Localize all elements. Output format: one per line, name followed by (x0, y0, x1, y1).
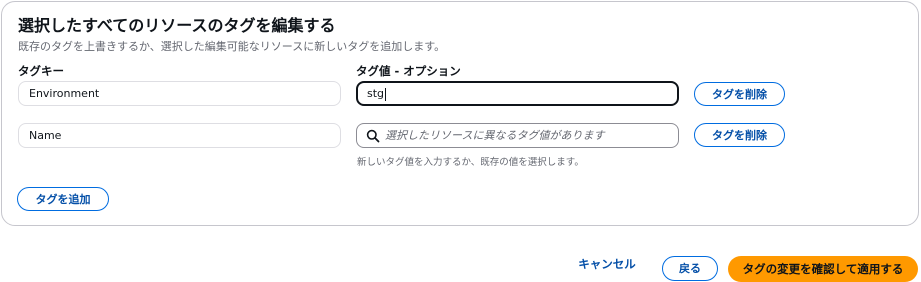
tag-key-column-label: タグキー (18, 64, 64, 78)
tag-value-column-label: タグ値 - オプション (356, 64, 461, 78)
tag-key-value: Environment (29, 87, 100, 100)
tag-value-hint: 新しいタグ値を入力するか、既存の値を選択します。 (357, 157, 584, 168)
remove-tag-button-name[interactable]: タグを削除 (694, 123, 785, 147)
tag-value-placeholder: 選択したリソースに異なるタグ値があります (385, 129, 605, 142)
add-tag-button[interactable]: タグを追加 (17, 187, 109, 211)
search-icon (366, 129, 380, 143)
remove-tag-button-environment[interactable]: タグを削除 (694, 82, 785, 106)
tag-value-text: stg (367, 87, 385, 100)
tag-value-input-environment[interactable]: stg (356, 81, 679, 106)
tag-key-input-name[interactable]: Name (18, 123, 341, 148)
confirm-apply-tags-button[interactable]: タグの変更を確認して適用する (728, 256, 918, 282)
tag-value-input-name[interactable]: 選択したリソースに異なるタグ値があります (356, 123, 679, 148)
panel-title: 選択したすべてのリソースのタグを編集する (18, 16, 336, 35)
edit-tags-panel: 選択したすべてのリソースのタグを編集する 既存のタグを上書きするか、選択した編集… (1, 1, 919, 226)
tag-key-input-environment[interactable]: Environment (18, 81, 341, 106)
panel-description: 既存のタグを上書きするか、選択した編集可能なリソースに新しいタグを追加します。 (18, 40, 446, 53)
back-button[interactable]: 戻る (662, 256, 718, 281)
cancel-button[interactable]: キャンセル (574, 256, 640, 272)
text-caret (385, 87, 387, 101)
tag-key-value: Name (29, 129, 62, 142)
